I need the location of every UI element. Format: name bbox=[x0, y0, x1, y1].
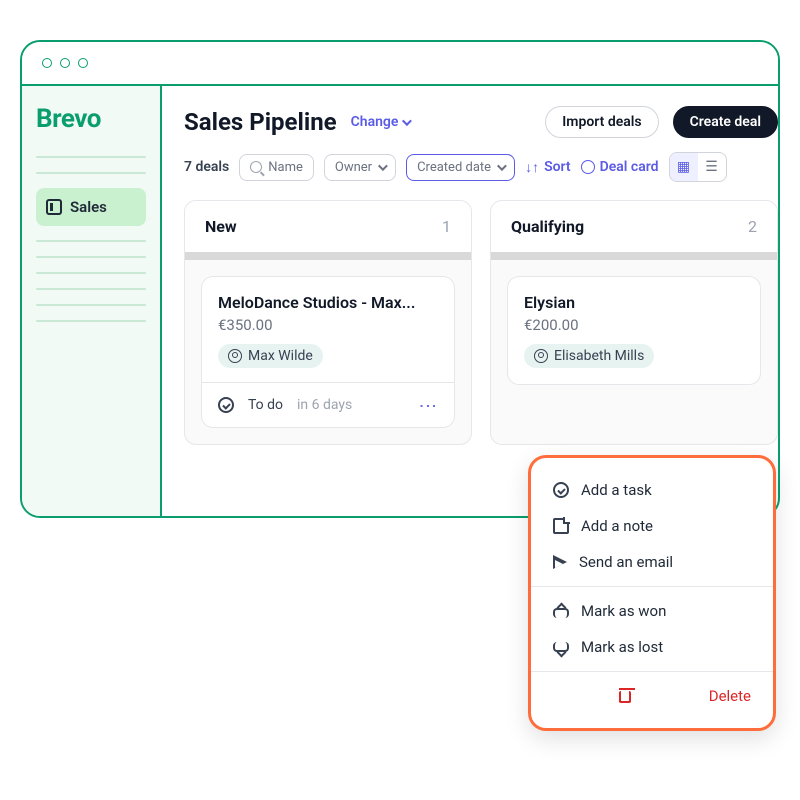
column-header: New 1 bbox=[185, 201, 471, 252]
search-name-input[interactable]: Name bbox=[239, 154, 314, 181]
menu-label: Mark as lost bbox=[581, 638, 663, 656]
menu-label: Mark as won bbox=[581, 602, 666, 620]
sort-icon: ↓↑ bbox=[525, 159, 539, 176]
more-menu-button[interactable]: ⋮ bbox=[417, 397, 438, 413]
nav-placeholder bbox=[36, 320, 146, 322]
created-date-filter[interactable]: Created date bbox=[406, 154, 515, 181]
change-pipeline-link[interactable]: Change bbox=[351, 114, 410, 130]
menu-send-email[interactable]: Send an email bbox=[531, 544, 773, 580]
deal-title: MeloDance Studios - Max... bbox=[218, 293, 438, 312]
column-header: Qualifying 2 bbox=[491, 201, 777, 252]
create-deal-button[interactable]: Create deal bbox=[673, 106, 778, 138]
chevron-down-icon bbox=[378, 161, 388, 171]
chevron-down-icon bbox=[402, 116, 412, 126]
task-icon bbox=[218, 397, 234, 413]
column-count: 2 bbox=[748, 217, 757, 236]
nav-placeholder bbox=[36, 288, 146, 290]
dealcard-label: Deal card bbox=[600, 159, 659, 175]
card-footer: To do in 6 days ⋮ bbox=[202, 382, 454, 427]
page-title: Sales Pipeline bbox=[184, 108, 337, 136]
owner-chip[interactable]: Max Wilde bbox=[218, 344, 323, 368]
menu-label: Send an email bbox=[579, 553, 673, 571]
task-label: To do bbox=[248, 397, 283, 413]
pipeline-column-new: New 1 MeloDance Studios - Max... €350.00… bbox=[184, 200, 472, 445]
owner-chip[interactable]: Elisabeth Mills bbox=[524, 344, 654, 368]
sort-button[interactable]: ↓↑ Sort bbox=[525, 159, 571, 176]
task-icon bbox=[553, 482, 569, 498]
search-icon bbox=[250, 161, 262, 173]
logo: Brevo bbox=[36, 104, 146, 134]
menu-delete[interactable]: Delete bbox=[531, 678, 773, 714]
menu-label: Add a note bbox=[581, 517, 653, 535]
sidebar-item-label: Sales bbox=[70, 198, 107, 216]
column-title: Qualifying bbox=[511, 217, 584, 236]
list-view-button[interactable]: ☰ bbox=[698, 153, 726, 181]
column-progress-bar bbox=[491, 252, 777, 260]
sidebar-item-sales[interactable]: Sales bbox=[36, 188, 146, 226]
menu-separator bbox=[531, 586, 773, 587]
deal-price: €200.00 bbox=[524, 316, 744, 334]
deal-card[interactable]: MeloDance Studios - Max... €350.00 Max W… bbox=[201, 276, 455, 428]
thumbs-down-icon bbox=[553, 642, 569, 652]
owner-name: Max Wilde bbox=[248, 348, 313, 364]
send-icon bbox=[553, 555, 567, 569]
menu-label: Add a task bbox=[581, 481, 652, 499]
menu-add-note[interactable]: Add a note bbox=[531, 508, 773, 544]
pipeline-column-qualifying: Qualifying 2 Elysian €200.00 Elisabeth M… bbox=[490, 200, 778, 445]
column-title: New bbox=[205, 217, 237, 236]
view-toggle: ▦ ☰ bbox=[669, 152, 727, 182]
created-label: Created date bbox=[417, 160, 491, 175]
deal-count: 7 deals bbox=[184, 159, 229, 175]
trash-icon bbox=[619, 691, 631, 703]
sidebar: Brevo Sales bbox=[22, 86, 162, 516]
due-label: in 6 days bbox=[297, 397, 352, 413]
toolbar: 7 deals Name Owner Created date ↓↑ Sort bbox=[184, 152, 778, 182]
window-dot bbox=[60, 58, 70, 68]
context-menu: Add a task Add a note Send an email Mark… bbox=[528, 455, 776, 731]
nav-placeholder bbox=[36, 240, 146, 242]
menu-add-task[interactable]: Add a task bbox=[531, 472, 773, 508]
board-view-button[interactable]: ▦ bbox=[670, 153, 698, 181]
main-content: Sales Pipeline Change Import deals Creat… bbox=[162, 86, 778, 516]
nav-placeholder bbox=[36, 156, 146, 158]
deal-card[interactable]: Elysian €200.00 Elisabeth Mills bbox=[507, 276, 761, 385]
menu-mark-lost[interactable]: Mark as lost bbox=[531, 629, 773, 665]
chevron-down-icon bbox=[497, 161, 507, 171]
change-label: Change bbox=[351, 114, 399, 130]
menu-label: Delete bbox=[709, 687, 751, 705]
menu-separator bbox=[531, 671, 773, 672]
import-deals-button[interactable]: Import deals bbox=[545, 106, 658, 138]
person-icon bbox=[228, 349, 242, 363]
sort-label: Sort bbox=[544, 159, 571, 175]
nav-placeholder bbox=[36, 272, 146, 274]
app-window: Brevo Sales Sales Pipeline Change bbox=[20, 40, 780, 518]
window-dot bbox=[78, 58, 88, 68]
thumbs-up-icon bbox=[553, 608, 569, 618]
nav-placeholder bbox=[36, 304, 146, 306]
nav-placeholder bbox=[36, 172, 146, 174]
board-icon bbox=[46, 199, 62, 215]
window-dot bbox=[42, 58, 52, 68]
deal-price: €350.00 bbox=[218, 316, 438, 334]
pipeline-columns: New 1 MeloDance Studios - Max... €350.00… bbox=[184, 200, 778, 445]
menu-mark-won[interactable]: Mark as won bbox=[531, 593, 773, 629]
owner-name: Elisabeth Mills bbox=[554, 348, 644, 364]
search-placeholder: Name bbox=[268, 160, 303, 175]
deal-title: Elysian bbox=[524, 293, 744, 312]
owner-filter[interactable]: Owner bbox=[324, 154, 396, 181]
column-count: 1 bbox=[442, 217, 451, 236]
note-icon bbox=[553, 518, 569, 534]
person-icon bbox=[534, 349, 548, 363]
window-titlebar bbox=[22, 42, 778, 86]
owner-label: Owner bbox=[335, 160, 372, 175]
column-progress-bar bbox=[185, 252, 471, 260]
gear-icon bbox=[581, 160, 595, 174]
deal-card-settings[interactable]: Deal card bbox=[581, 159, 659, 175]
page-header: Sales Pipeline Change Import deals Creat… bbox=[184, 106, 778, 138]
nav-placeholder bbox=[36, 256, 146, 258]
